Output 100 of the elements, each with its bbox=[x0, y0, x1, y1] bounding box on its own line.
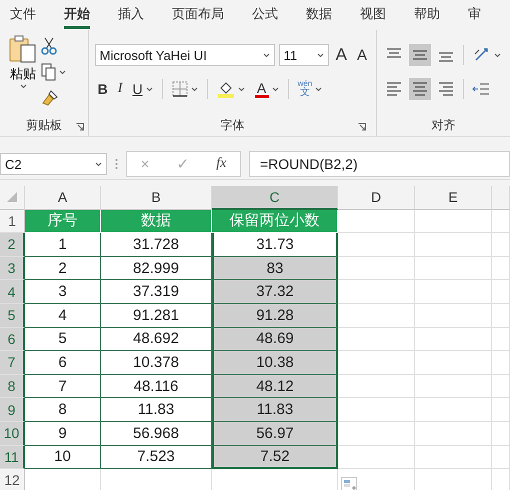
caret-icon bbox=[315, 86, 322, 92]
table-cell: 48.69 bbox=[212, 328, 338, 352]
copy-button[interactable] bbox=[40, 62, 67, 82]
table-cell: 序号 bbox=[25, 210, 101, 234]
corner-triangle-icon bbox=[6, 191, 18, 204]
clipboard-icon bbox=[8, 34, 38, 64]
table-cell: 5 bbox=[25, 328, 101, 352]
formula-field[interactable]: =ROUND(B2,2) bbox=[249, 151, 510, 177]
row-header[interactable]: 5 bbox=[0, 304, 25, 328]
empty-cell bbox=[492, 280, 510, 304]
row-header[interactable]: 2 bbox=[0, 233, 25, 257]
row-header[interactable]: 9 bbox=[0, 398, 25, 422]
table-cell: 10 bbox=[25, 446, 101, 470]
name-box[interactable]: C2 bbox=[0, 153, 107, 175]
caret-icon bbox=[316, 52, 324, 58]
italic-button[interactable]: I bbox=[114, 79, 126, 99]
table-cell: 6 bbox=[25, 351, 101, 375]
table-cell: 56.97 bbox=[212, 422, 338, 446]
table-cell: 数据 bbox=[101, 210, 212, 234]
table-cell: 83 bbox=[212, 256, 338, 280]
align-button[interactable] bbox=[409, 78, 431, 100]
font-color-button[interactable]: A bbox=[252, 78, 282, 100]
phonetic-button[interactable]: wén 文 bbox=[294, 78, 326, 100]
empty-cell bbox=[492, 374, 510, 398]
ribbon-tab[interactable]: 视图 bbox=[360, 1, 386, 29]
table-cell: 7 bbox=[25, 374, 101, 398]
shrink-font-button[interactable]: A bbox=[354, 44, 370, 66]
table-cell: 1 bbox=[25, 233, 101, 257]
table-cell: 37.32 bbox=[212, 280, 338, 304]
paste-button[interactable]: 粘贴 bbox=[0, 30, 40, 114]
empty-cell bbox=[492, 422, 510, 446]
empty-cell bbox=[492, 328, 510, 352]
table-cell: 48.12 bbox=[212, 374, 338, 398]
font-name-field[interactable]: Microsoft YaHei UI bbox=[94, 44, 275, 66]
grip-icon bbox=[115, 158, 118, 170]
row-header[interactable]: 1 bbox=[0, 210, 25, 234]
column-header[interactable]: D bbox=[338, 186, 415, 210]
row-header[interactable]: 4 bbox=[0, 280, 25, 304]
caret-icon bbox=[494, 52, 501, 58]
table-cell: 31.73 bbox=[212, 233, 338, 257]
table-cell: 3 bbox=[25, 280, 101, 304]
table-cell: 10.38 bbox=[212, 351, 338, 375]
ribbon-tab[interactable]: 帮助 bbox=[414, 1, 440, 29]
row-header[interactable]: 7 bbox=[0, 351, 25, 375]
table-cell: 7.52 bbox=[212, 446, 338, 470]
align-button[interactable] bbox=[409, 44, 431, 66]
underline-button[interactable]: U bbox=[129, 79, 156, 99]
column-header[interactable]: E bbox=[415, 186, 492, 210]
align-lines-icon bbox=[411, 80, 429, 98]
ribbon-tab[interactable]: 插入 bbox=[118, 1, 144, 29]
borders-icon bbox=[172, 81, 188, 97]
align-lines-icon bbox=[385, 80, 403, 98]
table-cell: 11.83 bbox=[212, 398, 338, 422]
brush-icon bbox=[41, 89, 59, 107]
caret-icon bbox=[190, 86, 198, 92]
empty-cell bbox=[492, 233, 510, 257]
copy-icon bbox=[41, 63, 57, 81]
scissors-icon bbox=[41, 37, 57, 55]
paint-bucket-icon bbox=[216, 80, 235, 98]
caret-icon bbox=[238, 86, 245, 92]
grow-font-button[interactable]: A bbox=[332, 43, 350, 67]
table-cell: 2 bbox=[25, 256, 101, 280]
column-header[interactable]: C bbox=[212, 186, 338, 210]
empty-cell bbox=[492, 256, 510, 280]
ribbon-tab[interactable]: 数据 bbox=[306, 1, 332, 29]
ribbon-tab[interactable]: 页面布局 bbox=[172, 1, 224, 29]
dialog-launcher-icon[interactable] bbox=[358, 123, 366, 131]
caret-icon bbox=[20, 84, 26, 89]
dialog-launcher-icon[interactable] bbox=[76, 123, 84, 131]
table-cell: 保留两位小数 bbox=[212, 210, 338, 234]
table-cell: 9 bbox=[25, 422, 101, 446]
column-header[interactable]: B bbox=[101, 186, 212, 210]
row-header[interactable]: 11 bbox=[0, 446, 25, 470]
empty-cell bbox=[492, 304, 510, 328]
row-header[interactable]: 12 bbox=[0, 469, 25, 490]
empty-cell bbox=[492, 351, 510, 375]
ribbon-tab[interactable]: 公式 bbox=[252, 1, 278, 29]
row-header[interactable]: 8 bbox=[0, 374, 25, 398]
font-size-field[interactable]: 11 bbox=[278, 44, 329, 66]
empty-cell bbox=[492, 446, 510, 470]
row-header[interactable]: 3 bbox=[0, 256, 25, 280]
insert-function-button[interactable]: fx bbox=[216, 156, 226, 172]
group-label: 字体 bbox=[220, 116, 244, 134]
align-lines-icon bbox=[437, 80, 455, 98]
row-header[interactable]: 6 bbox=[0, 328, 25, 352]
caret-icon bbox=[146, 86, 153, 92]
ribbon-tab[interactable]: 文件 bbox=[10, 1, 36, 29]
caret-icon bbox=[95, 162, 102, 166]
quick-analysis-icon[interactable] bbox=[341, 477, 357, 490]
table-cell: 91.28 bbox=[212, 304, 338, 328]
row-header[interactable]: 10 bbox=[0, 422, 25, 446]
column-header[interactable]: A bbox=[25, 186, 101, 210]
caret-icon bbox=[59, 70, 66, 74]
table-cell: 8 bbox=[25, 398, 101, 422]
empty-cell bbox=[492, 398, 510, 422]
caret-icon bbox=[272, 86, 279, 92]
ribbon-tab[interactable]: 审 bbox=[468, 1, 481, 29]
bold-button[interactable]: B bbox=[94, 79, 111, 99]
table-cell: 4 bbox=[25, 304, 101, 328]
caret-icon bbox=[262, 52, 270, 58]
